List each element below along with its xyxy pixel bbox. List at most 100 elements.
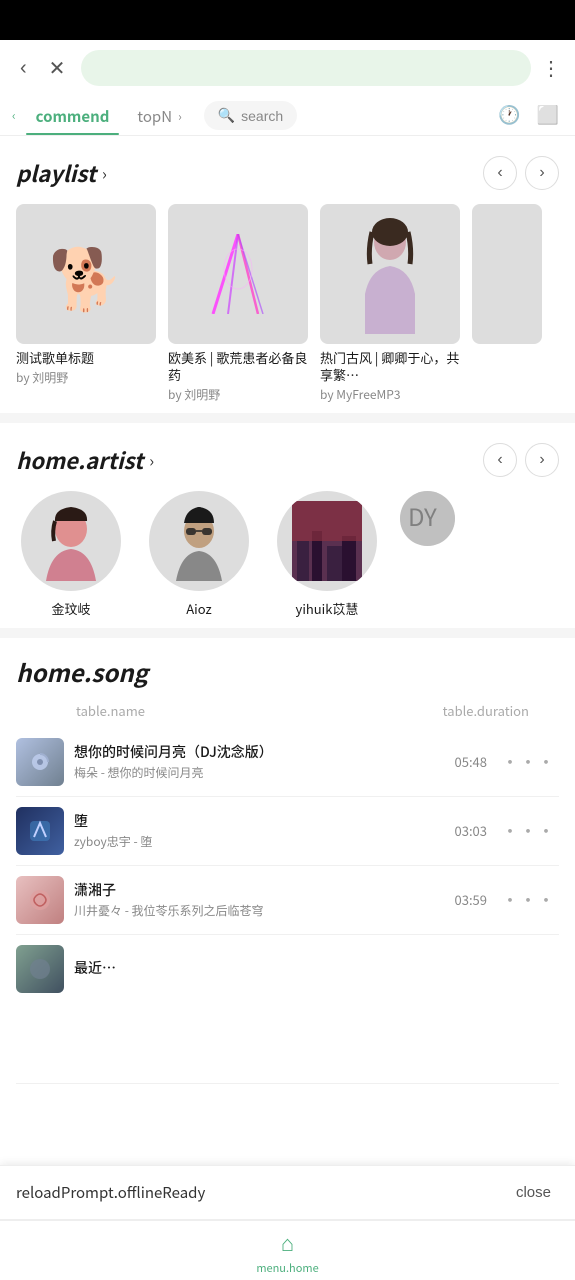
song-name-4: 最近… bbox=[74, 958, 559, 978]
playlist-prev-button[interactable]: ‹ bbox=[483, 156, 517, 190]
artist-card[interactable]: Aioz bbox=[144, 491, 254, 618]
song-section-title: home.song bbox=[16, 654, 559, 689]
artist-name-2: Aioz bbox=[186, 599, 211, 618]
back-button[interactable]: ‹ bbox=[14, 53, 33, 84]
playlist-cover-3 bbox=[320, 204, 460, 344]
song-more-1[interactable]: ··· bbox=[497, 745, 559, 779]
history-button[interactable]: 🕐 bbox=[494, 101, 524, 130]
playlist-cover-1: 🐕 bbox=[16, 204, 156, 344]
offline-message: reloadPrompt.offlineReady bbox=[16, 1182, 508, 1203]
artist-prev-button[interactable]: ‹ bbox=[483, 443, 517, 477]
playlist-row: 🐕 测试歌单标题 by 刘明野 bbox=[16, 204, 559, 403]
song-more-3[interactable]: ··· bbox=[497, 883, 559, 917]
offline-close-button[interactable]: close bbox=[508, 1180, 559, 1205]
search-button[interactable]: 🔍 search bbox=[204, 101, 297, 130]
url-bar[interactable] bbox=[81, 50, 531, 86]
artist-name-3: yihuik苡慧 bbox=[296, 599, 359, 618]
nav-home-label: menu.home bbox=[256, 1260, 318, 1276]
section-divider-1 bbox=[0, 413, 575, 423]
girl-image bbox=[320, 204, 460, 344]
song-info-1: 想你的时候问月亮（DJ沈念版） 梅朵 - 想你的时候问月亮 bbox=[74, 742, 455, 781]
artist-next-button[interactable]: › bbox=[525, 443, 559, 477]
section-divider-2 bbox=[0, 628, 575, 638]
song-name-3: 潇湘子 bbox=[74, 880, 455, 900]
playlist-next-button[interactable]: › bbox=[525, 156, 559, 190]
song-more-2[interactable]: ··· bbox=[497, 814, 559, 848]
artist-section: home.artist › ‹ › 金玟岐 bbox=[0, 423, 575, 628]
nav-home[interactable]: ⌂ menu.home bbox=[256, 1226, 318, 1276]
dog-image: 🐕 bbox=[16, 204, 156, 344]
playlist-card[interactable]: 热门古风 | 卿卿于心，共享繁… by MyFreeMP3 bbox=[320, 204, 460, 403]
offline-bar: reloadPrompt.offlineReady close bbox=[0, 1165, 575, 1220]
artist-card[interactable]: yihuik苡慧 bbox=[272, 491, 382, 618]
playlist-section-title[interactable]: playlist › bbox=[16, 157, 107, 189]
home-icon: ⌂ bbox=[281, 1226, 294, 1258]
display-button[interactable]: ⬜ bbox=[533, 101, 563, 130]
playlist-author-1: by 刘明野 bbox=[16, 369, 156, 386]
song-thumb-2 bbox=[16, 807, 64, 855]
song-duration-2: 03:03 bbox=[455, 821, 487, 840]
svg-text:DY: DY bbox=[408, 498, 437, 533]
artist-avatar-2 bbox=[149, 491, 249, 591]
bottom-nav: ⌂ menu.home bbox=[0, 1220, 575, 1280]
col-duration-header: table.duration bbox=[443, 701, 529, 720]
history-icon: 🕐 bbox=[498, 105, 520, 125]
song-thumb-3 bbox=[16, 876, 64, 924]
song-info-2: 堕 zyboy忠宇 - 堕 bbox=[74, 811, 455, 850]
close-tab-button[interactable]: ✕ bbox=[43, 52, 72, 85]
song-row[interactable]: 堕 zyboy忠宇 - 堕 03:03 ··· bbox=[16, 797, 559, 866]
browser-bar: ‹ ✕ ⋮ bbox=[0, 40, 575, 96]
playlist-nav: ‹ › bbox=[483, 156, 559, 190]
playlist-header: playlist › ‹ › bbox=[16, 156, 559, 190]
artist-chevron-icon: › bbox=[149, 448, 154, 472]
tab-chevron-left-icon: ‹ bbox=[12, 107, 16, 124]
song-thumb-4 bbox=[16, 945, 64, 993]
status-bar bbox=[0, 0, 575, 40]
playlist-card[interactable]: 🐕 测试歌单标题 by 刘明野 bbox=[16, 204, 156, 403]
artist-row: 金玟岐 Aioz bbox=[16, 491, 559, 618]
playlist-cover-2 bbox=[168, 204, 308, 344]
main-content: playlist › ‹ › 🐕 测试歌单标题 by 刘明野 bbox=[0, 136, 575, 1084]
playlist-title-1: 测试歌单标题 bbox=[16, 350, 156, 367]
song-duration-1: 05:48 bbox=[455, 752, 487, 771]
tab-bar: ‹ commend topN › 🔍 search 🕐 ⬜ bbox=[0, 96, 575, 136]
song-row[interactable]: 想你的时候问月亮（DJ沈念版） 梅朵 - 想你的时候问月亮 05:48 ··· bbox=[16, 728, 559, 797]
col-name-header: table.name bbox=[76, 701, 443, 720]
song-duration-3: 03:59 bbox=[455, 890, 487, 909]
artist-nav: ‹ › bbox=[483, 443, 559, 477]
song-artist-3: 川井憂々 - 我位苓乐系列之后临苍穹 bbox=[74, 902, 455, 919]
laser-image bbox=[168, 204, 308, 344]
more-button[interactable]: ⋮ bbox=[541, 56, 561, 81]
tab-commend[interactable]: commend bbox=[26, 96, 120, 135]
song-row[interactable]: 潇湘子 川井憂々 - 我位苓乐系列之后临苍穹 03:59 ··· bbox=[16, 866, 559, 935]
display-icon: ⬜ bbox=[537, 105, 559, 125]
artist-avatar-3 bbox=[277, 491, 377, 591]
artist-avatar-4: DY bbox=[400, 491, 455, 546]
search-icon: 🔍 bbox=[218, 107, 235, 124]
playlist-author-2: by 刘明野 bbox=[168, 386, 308, 403]
artist-name-1: 金玟岐 bbox=[51, 599, 90, 618]
playlist-title-3: 热门古风 | 卿卿于心，共享繁… bbox=[320, 350, 460, 384]
artist-section-title[interactable]: home.artist › bbox=[16, 444, 154, 476]
playlist-card[interactable]: 欧美系 | 歌荒患者必备良药 by 刘明野 bbox=[168, 204, 308, 403]
song-thumb-1 bbox=[16, 738, 64, 786]
song-name-1: 想你的时候问月亮（DJ沈念版） bbox=[74, 742, 455, 762]
song-table-header: table.name table.duration bbox=[16, 697, 559, 728]
tab-topn[interactable]: topN › bbox=[127, 96, 191, 135]
tab-chevron-right-icon: › bbox=[178, 108, 182, 125]
song-name-2: 堕 bbox=[74, 811, 455, 831]
artist-card[interactable]: 金玟岐 bbox=[16, 491, 126, 618]
song-info-4: 最近… bbox=[74, 958, 559, 980]
artist-card-partial[interactable]: DY bbox=[400, 491, 455, 618]
song-row[interactable]: 最近… bbox=[16, 935, 559, 1084]
artist-header: home.artist › ‹ › bbox=[16, 443, 559, 477]
tab-icon-buttons: 🕐 ⬜ bbox=[494, 101, 563, 130]
playlist-card-partial[interactable] bbox=[472, 204, 542, 403]
playlist-author-3: by MyFreeMP3 bbox=[320, 386, 460, 403]
song-artist-1: 梅朵 - 想你的时候问月亮 bbox=[74, 764, 455, 781]
playlist-title-2: 欧美系 | 歌荒患者必备良药 bbox=[168, 350, 308, 384]
song-section: home.song table.name table.duration 想你的时… bbox=[0, 638, 575, 1084]
song-artist-2: zyboy忠宇 - 堕 bbox=[74, 833, 455, 850]
playlist-cover-4 bbox=[472, 204, 542, 344]
playlist-chevron-icon: › bbox=[102, 161, 107, 185]
